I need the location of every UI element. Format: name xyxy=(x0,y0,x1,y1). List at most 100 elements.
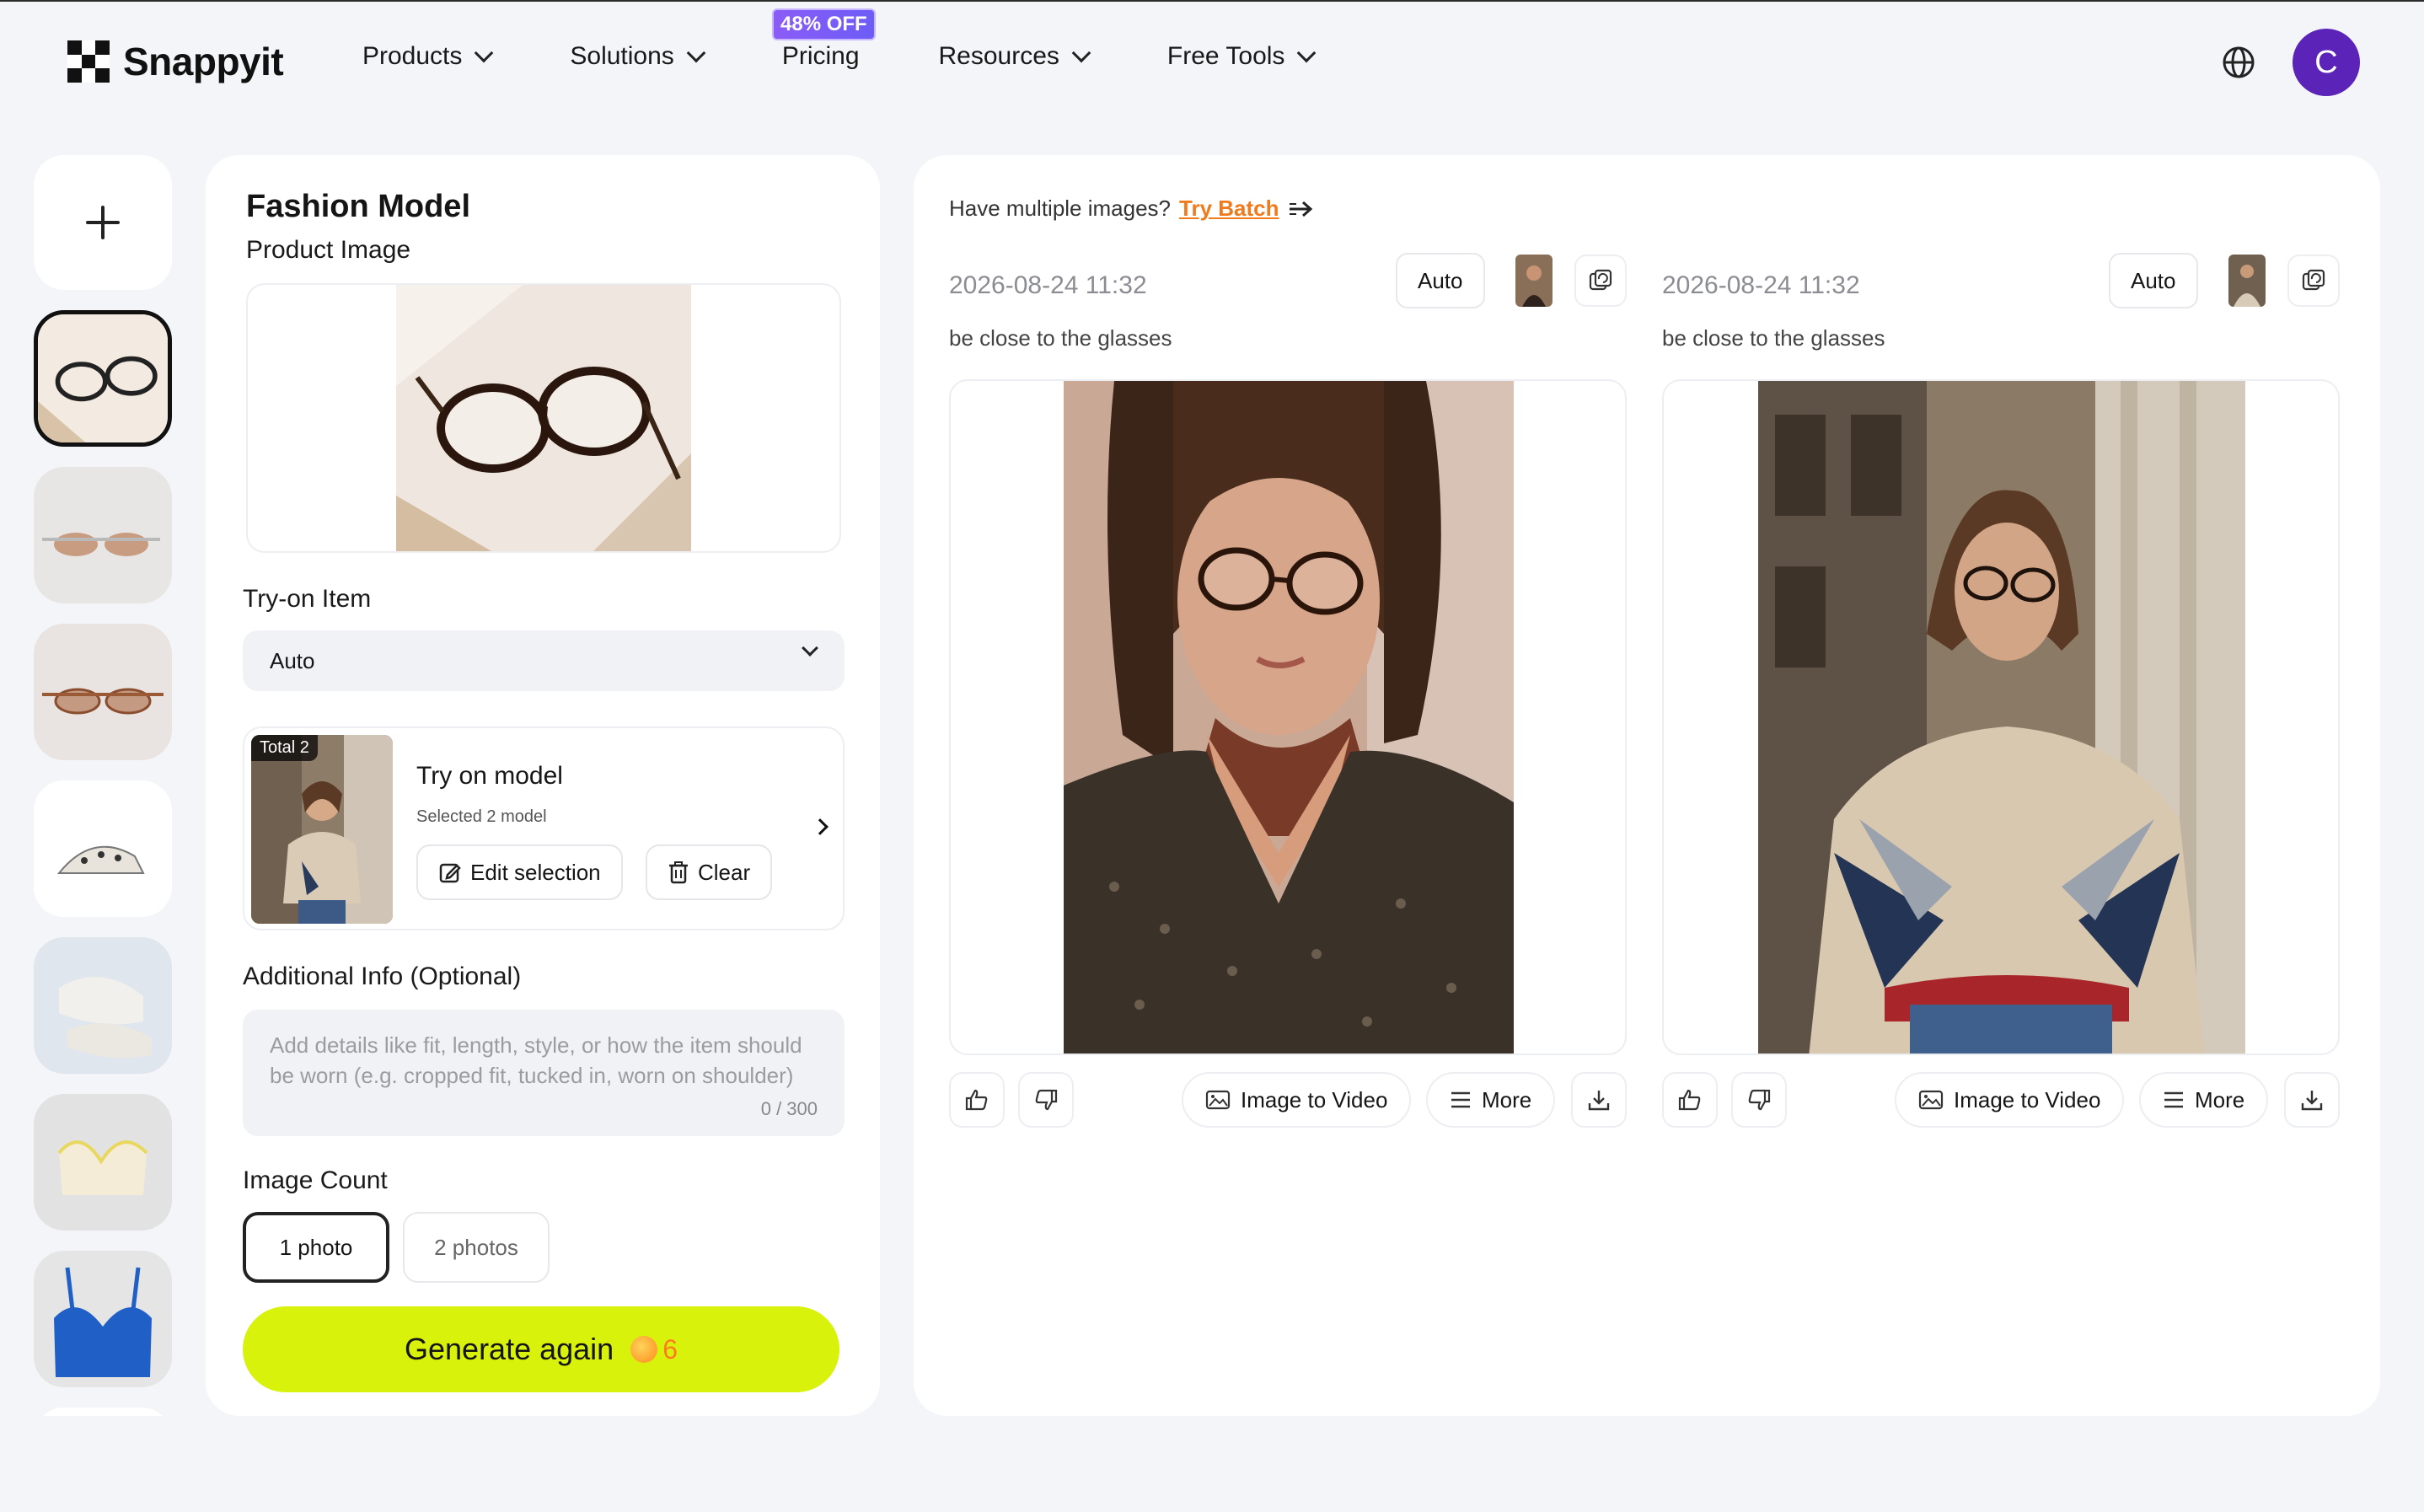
image-to-video-label: Image to Video xyxy=(1954,1086,2101,1113)
thumbs-up-button[interactable] xyxy=(1662,1072,1718,1128)
result-image-frame[interactable] xyxy=(1662,379,2340,1055)
generate-cost: 6 xyxy=(662,1333,678,1365)
thumbs-down-icon xyxy=(1035,1089,1058,1111)
tryon-item-select[interactable]: Auto xyxy=(243,630,845,691)
generate-again-button[interactable]: Generate again 6 xyxy=(243,1306,839,1392)
more-button[interactable]: More xyxy=(2139,1072,2269,1128)
model-count-badge: Total 2 xyxy=(251,735,318,761)
image-video-icon xyxy=(1918,1090,1944,1110)
image-to-video-label: Image to Video xyxy=(1241,1086,1388,1113)
nav-resources[interactable]: Resources xyxy=(938,42,1091,71)
nav-products[interactable]: Products xyxy=(362,42,494,71)
fashion-model-form: Fashion Model Product Image Try-on Item … xyxy=(206,155,880,1416)
result-actions: Image to Video More xyxy=(1662,1072,2340,1128)
nav-free-tools-label: Free Tools xyxy=(1166,42,1285,70)
edit-selection-label: Edit selection xyxy=(470,859,601,885)
generate-label: Generate again xyxy=(405,1332,614,1366)
result-actions: Image to Video More xyxy=(949,1072,1627,1128)
chevron-down-icon xyxy=(802,640,818,657)
image-count-label: Image Count xyxy=(243,1166,388,1194)
nav-solutions-label: Solutions xyxy=(570,42,674,70)
more-label: More xyxy=(2195,1086,2245,1113)
chevron-down-icon xyxy=(1297,43,1317,63)
chevron-down-icon xyxy=(1071,43,1091,63)
history-thumb-sunglasses-silver[interactable] xyxy=(34,467,172,603)
nav-free-tools[interactable]: Free Tools xyxy=(1166,42,1317,71)
history-thumb-sneakers[interactable] xyxy=(34,937,172,1074)
image-video-icon xyxy=(1205,1090,1231,1110)
result-model-thumb[interactable] xyxy=(1515,255,1553,307)
clear-button[interactable]: Clear xyxy=(646,844,773,900)
menu-icon xyxy=(2164,1091,2183,1108)
nav-menu: Products Solutions Pricing Resources Fre… xyxy=(362,42,1392,71)
download-button[interactable] xyxy=(2284,1072,2340,1128)
thumbs-down-icon xyxy=(1748,1089,1771,1111)
thumbs-up-icon xyxy=(1678,1089,1701,1111)
nav-solutions[interactable]: Solutions xyxy=(570,42,706,71)
result-mode-chip[interactable]: Auto xyxy=(2109,253,2198,308)
download-icon xyxy=(1588,1091,1610,1111)
model-thumbnail: Total 2 xyxy=(251,735,393,924)
product-image-upload[interactable] xyxy=(246,283,841,553)
result-prompt: be close to the glasses xyxy=(1662,325,1885,351)
more-button[interactable]: More xyxy=(1426,1072,1556,1128)
result-mode-chip[interactable]: Auto xyxy=(1396,253,1485,308)
download-button[interactable] xyxy=(1571,1072,1627,1128)
results-panel: Have multiple images? Try Batch 2026-08-… xyxy=(914,155,2380,1416)
nav-pricing[interactable]: Pricing xyxy=(782,42,860,71)
regenerate-icon xyxy=(1589,269,1612,291)
result-image xyxy=(1064,381,1514,1054)
top-navigation: Snappyit Products Solutions Pricing Reso… xyxy=(0,2,2424,118)
thumbs-up-icon xyxy=(965,1089,988,1111)
credit-coin-icon xyxy=(630,1336,658,1363)
form-title: Fashion Model xyxy=(246,189,470,224)
result-image xyxy=(1758,381,2245,1054)
chevron-right-icon[interactable] xyxy=(812,818,829,835)
more-label: More xyxy=(1482,1086,1532,1113)
product-image-preview xyxy=(396,285,691,551)
history-rail xyxy=(34,155,172,1416)
try-batch-link[interactable]: Try Batch xyxy=(1179,196,1279,222)
brand-logo[interactable]: Snappyit xyxy=(67,39,284,84)
pricing-discount-badge: 48% OFF xyxy=(772,8,876,40)
result-model-thumb[interactable] xyxy=(2228,255,2266,307)
logo-mark-icon xyxy=(67,40,110,83)
try-on-model-card[interactable]: Total 2 Try on model Selected 2 model Ed… xyxy=(243,727,845,930)
regenerate-button[interactable] xyxy=(1574,255,1627,307)
regenerate-icon xyxy=(2302,269,2325,291)
tryon-item-label: Try-on Item xyxy=(243,585,372,613)
batch-prompt: Have multiple images? Try Batch xyxy=(949,196,1315,222)
model-card-subtitle: Selected 2 model xyxy=(416,807,547,826)
arrow-right-icon xyxy=(1289,201,1312,217)
product-image-label: Product Image xyxy=(246,236,411,264)
character-counter: 0 / 300 xyxy=(760,1098,818,1119)
history-thumb-sunglasses-brown[interactable] xyxy=(34,624,172,760)
result-image-frame[interactable] xyxy=(949,379,1627,1055)
history-thumb-heels[interactable] xyxy=(34,780,172,917)
history-thumb-partial[interactable] xyxy=(34,1407,172,1416)
additional-info-placeholder: Add details like fit, length, style, or … xyxy=(270,1032,802,1088)
new-item-button[interactable] xyxy=(34,155,172,290)
plus-icon xyxy=(86,206,120,239)
globe-icon[interactable] xyxy=(2222,46,2255,79)
count-option-1-photo[interactable]: 1 photo xyxy=(243,1212,389,1283)
nav-resources-label: Resources xyxy=(938,42,1059,70)
result-timestamp: 2026-08-24 11:32 xyxy=(949,271,1147,299)
thumbs-up-button[interactable] xyxy=(949,1072,1005,1128)
thumbs-down-button[interactable] xyxy=(1731,1072,1787,1128)
history-thumb-bra-beige[interactable] xyxy=(34,1094,172,1231)
regenerate-button[interactable] xyxy=(2287,255,2340,307)
history-thumb-glasses[interactable] xyxy=(34,310,172,447)
batch-text: Have multiple images? xyxy=(949,196,1172,221)
additional-info-textarea[interactable]: Add details like fit, length, style, or … xyxy=(243,1010,845,1136)
user-avatar[interactable]: C xyxy=(2293,29,2360,96)
brand-name: Snappyit xyxy=(123,40,284,83)
download-icon xyxy=(2301,1091,2323,1111)
image-to-video-button[interactable]: Image to Video xyxy=(1895,1072,2125,1128)
count-option-2-photos[interactable]: 2 photos xyxy=(403,1212,550,1283)
image-to-video-button[interactable]: Image to Video xyxy=(1182,1072,1412,1128)
thumbs-down-button[interactable] xyxy=(1018,1072,1074,1128)
edit-selection-button[interactable]: Edit selection xyxy=(416,844,623,900)
history-thumb-bra-blue[interactable] xyxy=(34,1251,172,1387)
result-prompt: be close to the glasses xyxy=(949,325,1172,351)
